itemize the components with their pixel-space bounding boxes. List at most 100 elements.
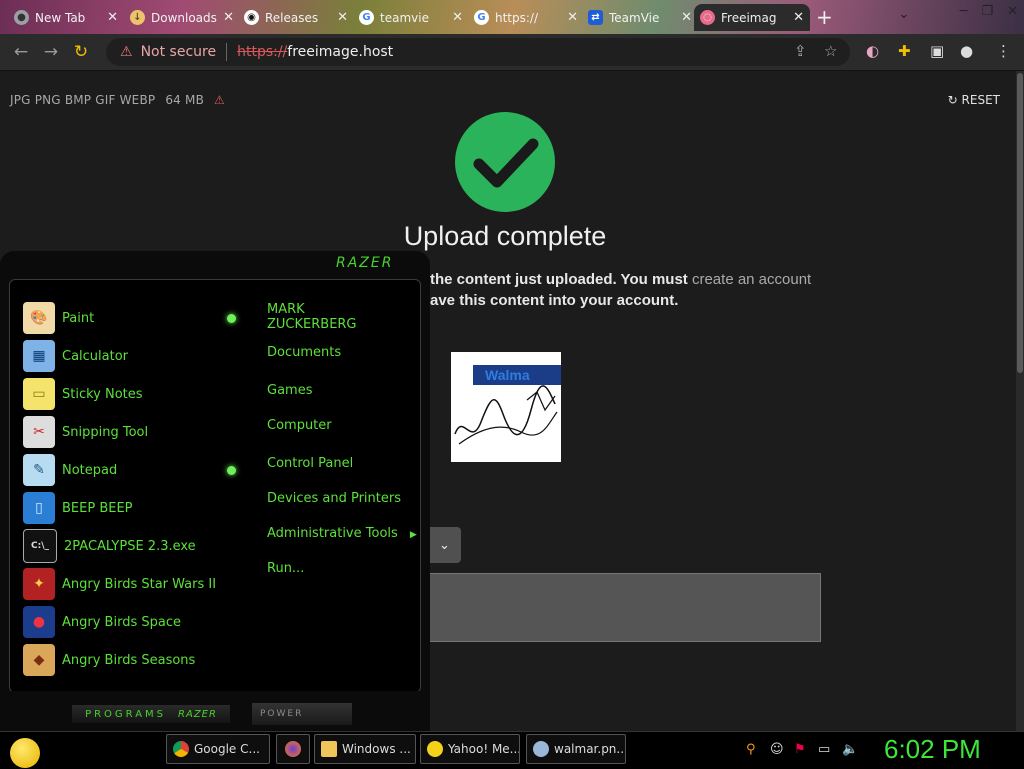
- close-icon[interactable]: ✕: [452, 10, 463, 25]
- start-item-angry-birds-seasons[interactable]: ◆ Angry Birds Seasons: [23, 643, 243, 677]
- taskbar-label: Windows ...: [342, 742, 411, 756]
- start-item-notepad[interactable]: ✎ Notepad: [23, 453, 243, 487]
- start-place-games[interactable]: Games: [267, 383, 312, 398]
- close-icon[interactable]: ✕: [567, 10, 578, 25]
- all-programs-button[interactable]: PROGRAMS RAZER: [72, 705, 230, 723]
- start-place-user[interactable]: MARK ZUCKERBERG: [267, 302, 357, 332]
- tab-releases[interactable]: ◉ Releases ✕: [238, 4, 354, 31]
- start-item-label: 2PACALYPSE 2.3.exe: [64, 538, 196, 554]
- message-text: the content just uploaded. You must: [430, 271, 688, 288]
- upload-limits: JPG PNG BMP GIF WEBP 64 MB ⚠: [10, 93, 225, 107]
- taskbar-item-image-viewer[interactable]: walmar.pn...: [526, 734, 626, 764]
- close-icon[interactable]: ✕: [107, 10, 118, 25]
- url-scheme[interactable]: https://: [237, 44, 287, 60]
- uploaded-image-thumbnail[interactable]: Walma: [451, 352, 561, 462]
- taskbar-clock[interactable]: 6:02 PM: [884, 734, 981, 765]
- bookmark-star-icon[interactable]: ☆: [824, 42, 837, 60]
- start-item-label: Angry Birds Seasons: [62, 652, 196, 668]
- start-place-run[interactable]: Run...: [267, 561, 304, 576]
- close-icon[interactable]: ✕: [793, 10, 804, 25]
- start-item-calculator[interactable]: ▦ Calculator: [23, 339, 243, 373]
- paint-icon: 🎨: [23, 302, 55, 334]
- extensions-puzzle-icon[interactable]: ✚: [898, 42, 911, 60]
- messenger-tray-icon[interactable]: ☺: [770, 742, 784, 757]
- restore-icon[interactable]: ❐: [981, 4, 993, 19]
- max-size: 64 MB: [165, 93, 205, 107]
- tab-teamviewer-search[interactable]: G teamvie ✕: [353, 4, 469, 31]
- close-window-icon[interactable]: ✕: [1007, 4, 1018, 19]
- phone-icon: ▯: [23, 492, 55, 524]
- folder-icon: [321, 741, 337, 757]
- start-item-2pacalypse[interactable]: C:\_ 2PACALYPSE 2.3.exe: [23, 529, 243, 563]
- tab-freeimage[interactable]: ◌ Freeimag ✕: [694, 4, 810, 31]
- start-place-documents[interactable]: Documents: [267, 345, 341, 360]
- volume-icon[interactable]: 🔈: [842, 742, 858, 757]
- tab-label: Freeimag: [721, 10, 777, 25]
- tab-new-tab[interactable]: ● New Tab ✕: [8, 4, 124, 31]
- taskbar-item-explorer[interactable]: Windows ...: [314, 734, 416, 764]
- tab-teamviewer[interactable]: ⇄ TeamVie ✕: [582, 4, 698, 31]
- new-tab-button[interactable]: +: [816, 5, 833, 29]
- download-icon: ↓: [130, 10, 145, 25]
- taskbar-item-firefox[interactable]: [276, 734, 310, 764]
- network-icon[interactable]: ▭: [818, 742, 830, 757]
- tab-strip: ● New Tab ✕ ↓ Downloads ✕ ◉ Releases ✕ G…: [0, 0, 1024, 34]
- taskbar-item-chrome[interactable]: Google C...: [166, 734, 270, 764]
- warning-icon[interactable]: ⚠: [120, 44, 133, 60]
- menu-kebab-icon[interactable]: ⋮: [996, 42, 1011, 60]
- allowed-formats: JPG PNG BMP GIF WEBP: [10, 93, 156, 107]
- close-icon[interactable]: ✕: [681, 10, 692, 25]
- upload-message-line2: ave this content into your account.: [430, 292, 679, 309]
- pinned-indicator: [227, 314, 236, 323]
- start-item-beep-beep[interactable]: ▯ BEEP BEEP: [23, 491, 243, 525]
- address-bar[interactable]: ⚠ Not secure https:// freeimage.host ⇪ ☆: [106, 38, 850, 66]
- image-viewer-icon: [533, 741, 549, 757]
- start-item-angry-birds-space[interactable]: ● Angry Birds Space: [23, 605, 243, 639]
- taskbar-label: Google C...: [194, 742, 260, 756]
- action-center-flag-icon[interactable]: ⚑: [794, 742, 806, 757]
- tab-https-search[interactable]: G https:// ✕: [468, 4, 584, 31]
- start-item-label: Notepad: [62, 462, 118, 478]
- start-item-snipping-tool[interactable]: ✂ Snipping Tool: [23, 415, 243, 449]
- start-button[interactable]: [10, 738, 40, 768]
- profile-avatar-icon[interactable]: ●: [960, 42, 973, 60]
- submenu-arrow-icon: ▶: [409, 530, 417, 540]
- user-name-line2: ZUCKERBERG: [267, 317, 357, 332]
- page-scrollbar[interactable]: [1016, 71, 1024, 731]
- tab-label: New Tab: [35, 10, 86, 25]
- start-place-admin-tools[interactable]: Administrative Tools ▶: [267, 526, 417, 541]
- url-host[interactable]: freeimage.host: [287, 44, 393, 60]
- scrollbar-thumb[interactable]: [1017, 73, 1023, 373]
- embed-code-textarea[interactable]: [428, 573, 821, 642]
- side-panel-icon[interactable]: ▣: [930, 42, 944, 60]
- search-icon[interactable]: ⚲: [746, 742, 756, 757]
- power-button[interactable]: POWER: [252, 703, 352, 725]
- select-dropdown[interactable]: ⌄: [428, 527, 461, 563]
- start-menu-header: RAZER: [20, 251, 410, 279]
- start-place-control-panel[interactable]: Control Panel: [267, 456, 353, 471]
- reset-button[interactable]: ↻ RESET: [948, 93, 1000, 107]
- forward-icon[interactable]: →: [36, 42, 66, 62]
- start-item-paint[interactable]: 🎨 Paint: [23, 301, 243, 335]
- close-icon[interactable]: ✕: [223, 10, 234, 25]
- close-icon[interactable]: ✕: [337, 10, 348, 25]
- google-icon: G: [474, 10, 489, 25]
- tab-downloads[interactable]: ↓ Downloads ✕: [124, 4, 240, 31]
- start-item-angry-birds-star-wars[interactable]: ✦ Angry Birds Star Wars II: [23, 567, 243, 601]
- profile-flag-icon[interactable]: ◐: [866, 42, 879, 60]
- reload-icon[interactable]: ↻: [66, 42, 96, 62]
- success-check-icon: [455, 112, 555, 212]
- tab-search-icon[interactable]: ⌄: [898, 6, 910, 22]
- share-icon[interactable]: ⇪: [794, 42, 807, 60]
- taskbar-item-yahoo-messenger[interactable]: Yahoo! Me...: [420, 734, 520, 764]
- yahoo-messenger-icon: [427, 741, 443, 757]
- scribble-drawing: [454, 385, 558, 445]
- minimize-icon[interactable]: ─: [960, 4, 968, 19]
- start-place-devices-printers[interactable]: Devices and Printers: [267, 491, 401, 506]
- back-icon[interactable]: ←: [6, 42, 36, 62]
- start-place-computer[interactable]: Computer: [267, 418, 332, 433]
- not-secure-label[interactable]: Not secure: [141, 44, 217, 60]
- start-item-sticky-notes[interactable]: ▭ Sticky Notes: [23, 377, 243, 411]
- razer-mini-logo: RAZER: [178, 708, 217, 720]
- create-account-link[interactable]: create an account: [692, 271, 811, 288]
